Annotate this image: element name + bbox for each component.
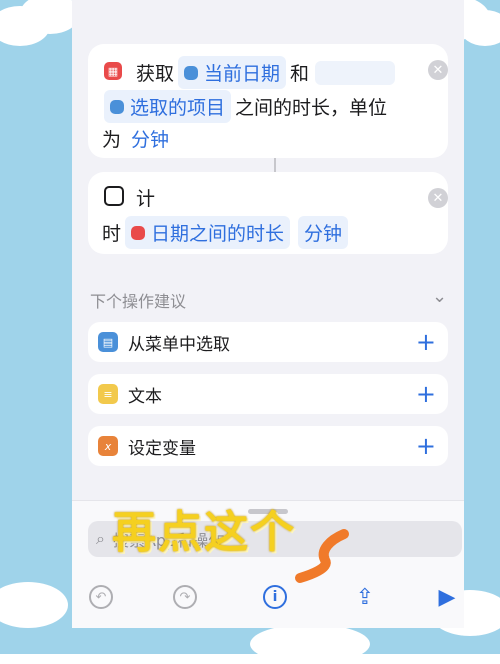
menu-icon: ▤ [98, 332, 118, 352]
variable-icon: x [98, 436, 118, 456]
close-icon[interactable]: ✕ [428, 188, 448, 208]
action-and: 和 [290, 63, 310, 85]
redo-icon[interactable]: ↷ [172, 584, 198, 610]
action-card-timer[interactable]: 计 时 日期之间的时长 分钟 ✕ [88, 172, 448, 254]
date-icon [184, 65, 199, 80]
cloud-decoration [20, 0, 80, 34]
chevron-down-icon[interactable]: ⌄ [432, 286, 447, 307]
action-verb-b: 时 [102, 223, 122, 245]
info-icon[interactable]: i [262, 584, 288, 610]
share-icon[interactable]: ⇪ [352, 584, 378, 610]
calendar-icon: ▦ [104, 62, 122, 80]
cloud-decoration [460, 10, 500, 46]
token-unit-minutes[interactable]: 分钟 [298, 216, 349, 249]
undo-icon[interactable]: ↶ [88, 584, 114, 610]
token-current-date[interactable]: 当前日期 [178, 56, 287, 89]
add-icon[interactable]: + [416, 328, 436, 356]
search-icon: ⌕ [96, 529, 105, 548]
calendar-icon [131, 225, 146, 240]
suggestion-item[interactable]: x 设定变量 + [88, 426, 448, 466]
token-selected-items[interactable]: 选取的项目 [104, 90, 232, 123]
add-icon[interactable]: + [416, 432, 436, 460]
clock-icon [104, 186, 124, 206]
action-verb-a: 计 [136, 188, 156, 210]
empty-token[interactable] [315, 60, 396, 85]
list-icon [110, 99, 124, 114]
close-icon[interactable]: ✕ [428, 60, 448, 80]
suggestions-header: 下个操作建议 [90, 292, 187, 311]
token-date-duration[interactable]: 日期之间的时长 [125, 216, 291, 249]
action-rest: 之间的时长，单位 [235, 97, 388, 119]
suggestion-item[interactable]: ▤ 从菜单中选取 + [88, 322, 448, 362]
token-unit-minutes[interactable]: 分钟 [125, 122, 175, 155]
cloud-decoration [0, 582, 68, 628]
annotation-caption: 再点这个 [112, 507, 296, 558]
play-icon[interactable]: ▶ [434, 584, 460, 610]
suggestion-item[interactable]: ≡ 文本 + [88, 374, 448, 414]
text-icon: ≡ [98, 384, 118, 404]
cloud-decoration [250, 624, 370, 664]
unit-prefix: 为 [102, 129, 122, 151]
action-card-get-duration[interactable]: ▦ 获取 当前日期 和 选取的项目 之间的时长，单位 为 分钟 ✕ [88, 44, 448, 158]
action-verb: 获取 [136, 63, 175, 85]
add-icon[interactable]: + [416, 380, 436, 408]
